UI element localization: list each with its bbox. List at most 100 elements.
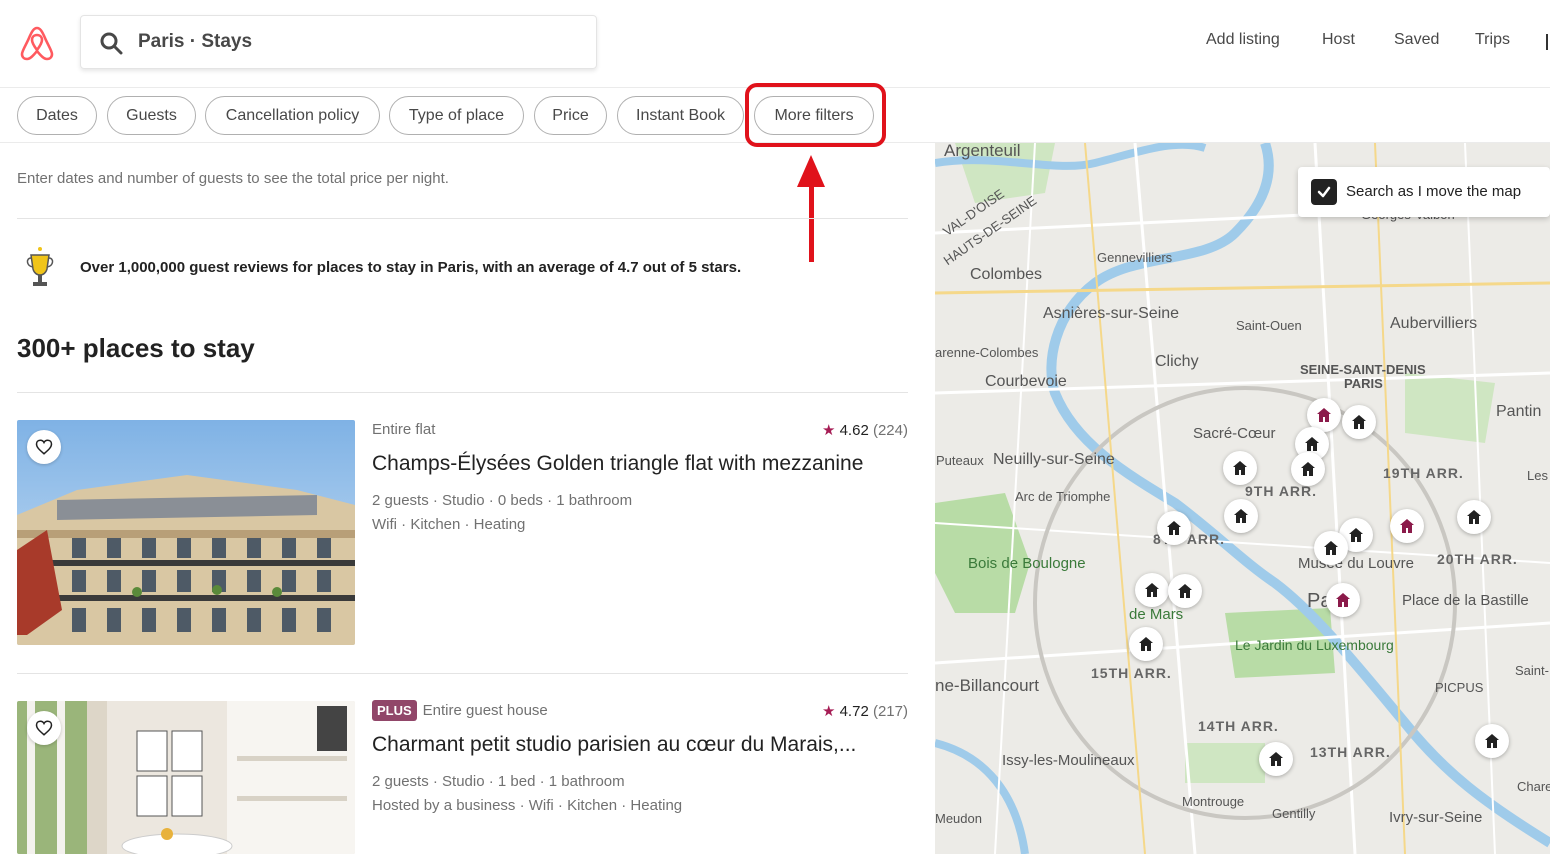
divider bbox=[17, 673, 908, 674]
map-label: Pantin bbox=[1496, 403, 1542, 420]
star-icon: ★ bbox=[821, 703, 836, 720]
map-label: de Mars bbox=[1129, 606, 1184, 623]
save-heart-button[interactable] bbox=[27, 711, 61, 745]
house-icon bbox=[1349, 528, 1363, 542]
annotation-arrow-shaft bbox=[809, 180, 814, 262]
map-label: Courbevoie bbox=[985, 373, 1067, 390]
listing-type: Entire flat bbox=[372, 421, 436, 438]
listing-pin[interactable] bbox=[1314, 531, 1348, 565]
house-icon bbox=[1400, 519, 1414, 533]
map-label: 15TH ARR. bbox=[1091, 665, 1172, 681]
top-header: Paris · Stays Add listing Host Saved Tri… bbox=[0, 0, 1550, 88]
house-icon bbox=[1305, 437, 1319, 451]
listing-amenities: Hosted by a business · Wifi · Kitchen · … bbox=[372, 797, 683, 814]
house-icon bbox=[1336, 593, 1350, 607]
listing-pin[interactable] bbox=[1390, 509, 1424, 543]
listing-pin[interactable] bbox=[1168, 574, 1202, 608]
map-label: Asnières-sur-Seine bbox=[1043, 305, 1180, 322]
house-icon bbox=[1324, 541, 1338, 555]
house-icon bbox=[1317, 408, 1331, 422]
map-label: Charenton bbox=[1517, 779, 1550, 794]
map-label: Sacré-Cœur bbox=[1193, 425, 1276, 442]
listing-photo[interactable] bbox=[17, 420, 355, 645]
filter-cancellation-button[interactable]: Cancellation policy bbox=[205, 96, 380, 135]
listing-pin[interactable] bbox=[1135, 573, 1169, 607]
checkbox-checked[interactable] bbox=[1311, 179, 1337, 205]
star-icon: ★ bbox=[821, 422, 836, 439]
rating-value: 4.72 bbox=[839, 703, 869, 720]
filter-dates-button[interactable]: Dates bbox=[17, 96, 97, 135]
search-as-move-toggle[interactable]: Search as I move the map bbox=[1298, 167, 1550, 217]
reviews-banner: Over 1,000,000 guest reviews for places … bbox=[80, 259, 742, 276]
map-label: 14TH ARR. bbox=[1198, 718, 1279, 734]
map-label: Gentilly bbox=[1272, 806, 1316, 821]
listing-pin[interactable] bbox=[1224, 499, 1258, 533]
interior-photo-image bbox=[17, 701, 355, 854]
map-label: Puteaux bbox=[936, 453, 984, 468]
map-label: Gennevilliers bbox=[1097, 250, 1173, 265]
listing-pin[interactable] bbox=[1291, 452, 1325, 486]
map[interactable]: Argenteuil VAL-D'OISE HAUTS-DE-SEINE Col… bbox=[935, 143, 1550, 854]
heart-icon bbox=[35, 439, 53, 455]
map-label: Saint- bbox=[1515, 663, 1549, 678]
rating-count: (224) bbox=[872, 422, 908, 439]
map-label: Ivry-sur-Seine bbox=[1389, 809, 1483, 826]
filter-guests-button[interactable]: Guests bbox=[107, 96, 196, 135]
airbnb-logo-icon[interactable] bbox=[18, 24, 56, 62]
house-icon bbox=[1301, 462, 1315, 476]
nav-divider bbox=[1546, 34, 1548, 50]
map-label: 19TH ARR. bbox=[1383, 465, 1464, 481]
map-label: Meudon bbox=[935, 811, 982, 826]
filter-type-button[interactable]: Type of place bbox=[389, 96, 524, 135]
listing-pin[interactable] bbox=[1475, 724, 1509, 758]
map-label: Place de la Bastille bbox=[1402, 592, 1529, 609]
listing-pin[interactable] bbox=[1342, 405, 1376, 439]
heart-icon bbox=[35, 720, 53, 736]
house-icon bbox=[1467, 510, 1481, 524]
search-icon bbox=[100, 32, 123, 55]
map-label: Argenteuil bbox=[944, 143, 1021, 160]
save-heart-button[interactable] bbox=[27, 430, 61, 464]
listing-details: 2 guests · Studio · 1 bed · 1 bathroom bbox=[372, 773, 625, 790]
nav-trips[interactable]: Trips bbox=[1475, 31, 1510, 49]
listing-title[interactable]: Champs-Élysées Golden triangle flat with… bbox=[372, 452, 863, 476]
listing-pin[interactable] bbox=[1326, 583, 1360, 617]
listing-title[interactable]: Charmant petit studio parisien au cœur d… bbox=[372, 733, 856, 757]
filter-price-button[interactable]: Price bbox=[534, 96, 607, 135]
listing-pin[interactable] bbox=[1129, 627, 1163, 661]
price-hint: Enter dates and number of guests to see … bbox=[17, 170, 449, 187]
house-icon bbox=[1269, 752, 1283, 766]
annotation-highlight-box bbox=[745, 83, 886, 147]
map-label: Arc de Triomphe bbox=[1015, 489, 1111, 504]
map-label: PARIS bbox=[1344, 376, 1383, 391]
listing-pin[interactable] bbox=[1157, 511, 1191, 545]
listing-pin[interactable] bbox=[1223, 451, 1257, 485]
map-label: Colombes bbox=[970, 266, 1043, 283]
nav-saved[interactable]: Saved bbox=[1394, 31, 1439, 49]
listing-photo[interactable] bbox=[17, 701, 355, 854]
house-icon bbox=[1485, 734, 1499, 748]
search-bar[interactable]: Paris · Stays bbox=[80, 15, 597, 69]
map-label: Les bbox=[1527, 468, 1548, 483]
nav-add-listing[interactable]: Add listing bbox=[1206, 31, 1280, 49]
checkmark-icon bbox=[1317, 186, 1331, 198]
map-label: Le Jardin du Luxembourg bbox=[1235, 637, 1394, 653]
house-icon bbox=[1234, 509, 1248, 523]
listing-type: Entire guest house bbox=[422, 702, 548, 719]
map-label: arenne-Colombes bbox=[935, 345, 1039, 360]
map-label: Clichy bbox=[1155, 353, 1199, 370]
house-icon bbox=[1178, 584, 1192, 598]
listing-pin[interactable] bbox=[1259, 742, 1293, 776]
map-label: SEINE-SAINT-DENIS bbox=[1300, 362, 1426, 377]
nav-host[interactable]: Host bbox=[1322, 31, 1355, 49]
house-icon bbox=[1167, 521, 1181, 535]
search-as-move-label: Search as I move the map bbox=[1346, 183, 1522, 200]
listing-pin[interactable] bbox=[1457, 500, 1491, 534]
rating-value: 4.62 bbox=[839, 422, 869, 439]
places-count-title: 300+ places to stay bbox=[17, 333, 255, 363]
filter-instant-book-button[interactable]: Instant Book bbox=[617, 96, 744, 135]
house-icon bbox=[1352, 415, 1366, 429]
listing-type-row: PLUS Entire guest house bbox=[372, 700, 548, 721]
divider bbox=[17, 392, 908, 393]
rating-count: (217) bbox=[872, 703, 908, 720]
